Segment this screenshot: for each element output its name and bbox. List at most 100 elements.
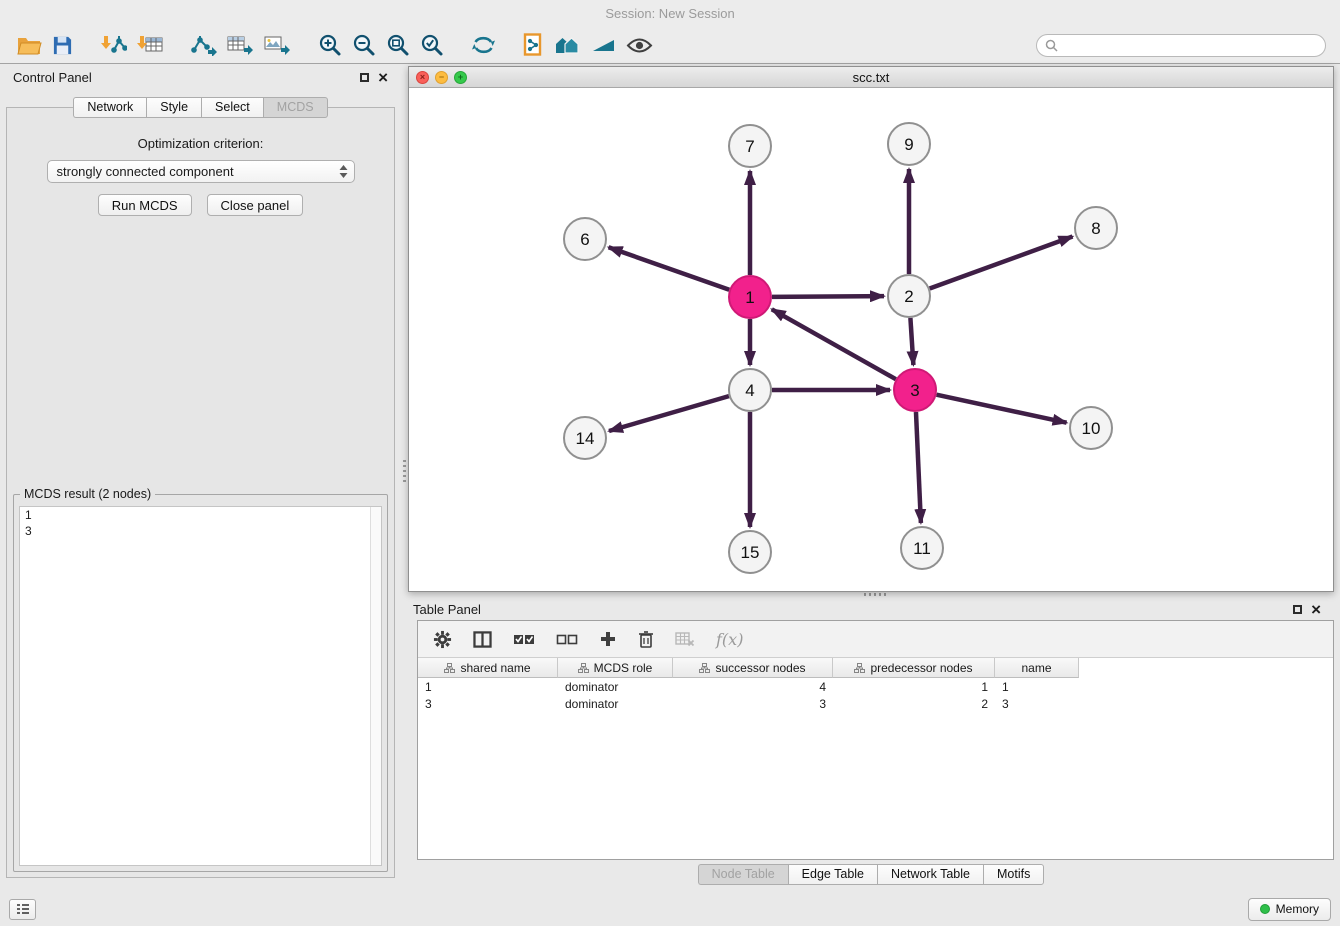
graph-edge-1-6[interactable] [609, 247, 730, 289]
close-panel-button[interactable]: Close panel [207, 194, 304, 216]
delete-table-button [675, 631, 695, 647]
zoom-selected-button[interactable] [415, 31, 449, 59]
graph-node-8[interactable]: 8 [1075, 207, 1117, 249]
graph-edge-2-3[interactable] [910, 318, 913, 365]
graph-node-3[interactable]: 3 [894, 369, 936, 411]
graph-node-14[interactable]: 14 [564, 417, 606, 459]
network-document-button[interactable] [518, 31, 548, 59]
column-header-name[interactable]: name [995, 658, 1079, 678]
export-image-button[interactable] [259, 32, 296, 58]
column-header-successor-nodes[interactable]: successor nodes [673, 658, 833, 678]
tab-edge-table[interactable]: Edge Table [788, 864, 877, 885]
graph-node-6[interactable]: 6 [564, 218, 606, 260]
vertical-splitter[interactable] [401, 64, 408, 892]
open-session-button[interactable] [12, 33, 47, 57]
network-window: × − + scc.txt 7 9 6 8 1 2 4 3 10 14 15 11 [408, 66, 1334, 592]
graph-edge-4-14[interactable] [609, 396, 729, 431]
column-header-mcds-role[interactable]: MCDS role [558, 658, 673, 678]
zoom-selected-icon [420, 33, 444, 57]
cell-shared-name: 1 [418, 680, 558, 694]
graph-edge-2-8[interactable] [930, 237, 1073, 289]
graph-node-7[interactable]: 7 [729, 125, 771, 167]
graph-node-15[interactable]: 15 [729, 531, 771, 573]
save-icon [52, 35, 73, 56]
maximize-window-icon[interactable]: + [454, 71, 467, 84]
column-header-predecessor-nodes[interactable]: predecessor nodes [833, 658, 995, 678]
tab-mcds[interactable]: MCDS [263, 97, 328, 118]
criterion-dropdown[interactable]: strongly connected component [47, 160, 355, 183]
tab-select[interactable]: Select [201, 97, 263, 118]
graph-node-2[interactable]: 2 [888, 275, 930, 317]
chevron-up-down-icon [338, 164, 349, 179]
fx-icon: f(x) [716, 630, 743, 649]
delete-column-button[interactable] [638, 630, 654, 649]
svg-text:1: 1 [745, 288, 754, 307]
zoom-in-button[interactable] [313, 31, 347, 59]
memory-button[interactable]: Memory [1248, 898, 1331, 921]
search-field[interactable] [1036, 34, 1326, 57]
graph-edge-3-1[interactable] [772, 309, 896, 379]
list-icon [16, 903, 30, 915]
mcds-result-line: 3 [20, 523, 381, 539]
export-table-button[interactable] [222, 32, 259, 58]
tab-network-table[interactable]: Network Table [877, 864, 983, 885]
network-window-titlebar[interactable]: × − + scc.txt [409, 67, 1333, 88]
tab-node-table[interactable]: Node Table [698, 864, 788, 885]
style-button[interactable] [586, 34, 621, 56]
minimize-window-icon[interactable]: − [435, 71, 448, 84]
graph-node-9[interactable]: 9 [888, 123, 930, 165]
graph-node-1[interactable]: 1 [729, 276, 771, 318]
cell-mcds-role: dominator [558, 697, 673, 711]
network-canvas[interactable]: 7 9 6 8 1 2 4 3 10 14 15 11 [409, 88, 1333, 591]
table-row[interactable]: 1 dominator 4 1 1 [418, 678, 1333, 695]
tab-motifs[interactable]: Motifs [983, 864, 1044, 885]
table-header-row: shared name MCDS role successor [418, 658, 1333, 678]
cell-mcds-role: dominator [558, 680, 673, 694]
close-table-panel-icon[interactable]: × [1311, 601, 1321, 618]
table-row[interactable]: 3 dominator 3 2 3 [418, 695, 1333, 712]
network-graph[interactable]: 7 9 6 8 1 2 4 3 10 14 15 11 [409, 88, 1333, 591]
svg-text:7: 7 [745, 137, 754, 156]
graph-node-10[interactable]: 10 [1070, 407, 1112, 449]
plus-icon [599, 630, 617, 648]
cell-predecessor-nodes: 2 [833, 697, 995, 711]
float-panel-icon[interactable] [360, 73, 369, 82]
cell-name: 1 [995, 680, 1079, 694]
panel-list-button[interactable] [9, 899, 36, 920]
graph-node-4[interactable]: 4 [729, 369, 771, 411]
import-table-button[interactable] [132, 32, 168, 58]
save-session-button[interactable] [47, 33, 78, 58]
column-header-shared-name[interactable]: shared name [418, 658, 558, 678]
close-window-icon[interactable]: × [416, 71, 429, 84]
eye-icon [626, 37, 653, 54]
refresh-layout-button[interactable] [466, 32, 501, 58]
zoom-out-button[interactable] [347, 31, 381, 59]
deselect-all-button[interactable] [556, 632, 578, 646]
run-mcds-button[interactable]: Run MCDS [98, 194, 192, 216]
graph-edge-3-10[interactable] [937, 395, 1067, 423]
result-scrollbar[interactable] [370, 507, 381, 865]
show-columns-button[interactable] [473, 631, 492, 648]
graph-edge-1-2[interactable] [772, 296, 884, 297]
table-options-button[interactable] [433, 630, 452, 649]
import-network-button[interactable] [95, 32, 132, 58]
tab-style[interactable]: Style [146, 97, 201, 118]
export-network-button[interactable] [185, 32, 222, 58]
toggle-visibility-button[interactable] [621, 35, 658, 56]
mcds-result-list[interactable]: 1 3 [19, 506, 382, 866]
column-tree-icon [578, 663, 589, 673]
tab-network[interactable]: Network [73, 97, 146, 118]
close-panel-icon[interactable]: × [378, 69, 388, 86]
select-all-button[interactable] [513, 632, 535, 646]
graph-node-11[interactable]: 11 [901, 527, 943, 569]
float-table-panel-icon[interactable] [1293, 605, 1302, 614]
zoom-fit-button[interactable] [381, 31, 415, 59]
table-toolbar: f(x) [418, 621, 1333, 658]
add-column-button[interactable] [599, 630, 617, 648]
status-bar: Memory [0, 892, 1340, 926]
network-overview-button[interactable] [548, 32, 586, 58]
houses-icon [553, 34, 581, 56]
mcds-result-title: MCDS result (2 nodes) [20, 487, 155, 501]
search-input[interactable] [1063, 38, 1317, 52]
graph-edge-3-11[interactable] [916, 412, 921, 523]
